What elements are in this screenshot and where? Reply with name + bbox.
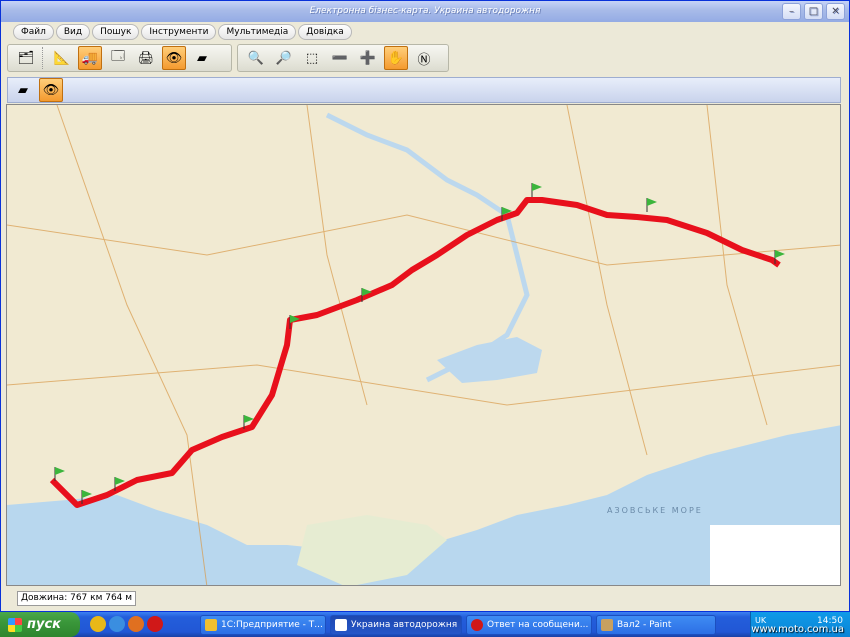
map-view[interactable]: АЗОВСЬКЕ МОРЕ	[6, 104, 841, 586]
windows-logo-icon	[8, 617, 22, 632]
printer-icon[interactable]: 🖨	[134, 46, 158, 70]
map-app-icon	[335, 619, 347, 631]
zoom-out-icon[interactable]: 🔍	[244, 46, 268, 70]
zoom-max-icon[interactable]: ➕	[356, 46, 380, 70]
opera-icon[interactable]	[147, 616, 163, 632]
task-label: Вал2 - Paint	[617, 620, 672, 630]
task-label: Ответ на сообщени...	[487, 620, 589, 630]
main-toolbar: 🗂 📐 🚚 🗔 🖨 👁 ▰	[7, 44, 232, 72]
task-label: 1С:Предприятие - Т...	[221, 620, 323, 630]
map-canvas[interactable]: АЗОВСЬКЕ МОРЕ	[7, 105, 841, 586]
task-label: Украина автодорожня	[351, 620, 458, 630]
zoom-min-icon[interactable]: ➖	[328, 46, 352, 70]
sea-label: АЗОВСЬКЕ МОРЕ	[607, 506, 703, 515]
opera-icon	[471, 619, 483, 631]
task-opera[interactable]: Ответ на сообщени...	[466, 615, 592, 635]
menu-search[interactable]: Пошук	[92, 24, 140, 40]
menu-file[interactable]: Файл	[13, 24, 54, 40]
eraser-icon[interactable]: ▰	[11, 78, 35, 102]
chrome-icon[interactable]	[109, 616, 125, 632]
route-icon[interactable]: 🚚	[78, 46, 102, 70]
task-map[interactable]: Украина автодорожня	[330, 615, 462, 635]
menu-tools[interactable]: Інструменти	[141, 24, 217, 40]
menu-multimedia[interactable]: Мультимедіа	[218, 24, 297, 40]
firefox-icon[interactable]	[128, 616, 144, 632]
watermark: www.moto.com.ua	[751, 624, 844, 635]
app-window: Електронна бізнес-карта. Украина автодор…	[0, 0, 850, 612]
zoom-box-icon[interactable]: ⬚	[300, 46, 324, 70]
maximize-button[interactable]: □	[804, 3, 823, 20]
1c-icon	[205, 619, 217, 631]
status-bar: Довжина: 767 км 764 м	[3, 589, 849, 609]
task-1c[interactable]: 1С:Предприятие - Т...	[200, 615, 326, 635]
secondary-toolbar: ▰ 👁	[7, 77, 841, 103]
paint-icon	[601, 619, 613, 631]
zoom-in-icon[interactable]: 🔎	[272, 46, 296, 70]
quicklaunch-icon-1[interactable]	[90, 616, 106, 632]
eye-icon[interactable]: 👁	[162, 46, 186, 70]
start-button[interactable]: пуск	[0, 612, 80, 637]
ruler-icon[interactable]: 📐	[50, 46, 74, 70]
eraser-icon[interactable]: ▰	[190, 46, 214, 70]
window-icon[interactable]: 🗔	[106, 46, 130, 70]
window-title: Електронна бізнес-карта. Украина автодор…	[309, 6, 541, 16]
menu-bar: Файл Вид Пошук Інструменти Мультимедіа Д…	[13, 24, 352, 40]
eye-icon[interactable]: 👁	[39, 78, 63, 102]
task-paint[interactable]: Вал2 - Paint	[596, 615, 716, 635]
taskbar: пуск 1С:Предприятие - Т... Украина автод…	[0, 612, 850, 637]
menu-help[interactable]: Довідка	[298, 24, 352, 40]
title-bar: Електронна бізнес-карта. Украина автодор…	[1, 1, 849, 22]
route-distance: Довжина: 767 км 764 м	[17, 591, 137, 606]
layers-tree-icon[interactable]: 🗂	[14, 46, 38, 70]
menu-view[interactable]: Вид	[55, 24, 91, 40]
zoom-toolbar: 🔍 🔎 ⬚ ➖ ➕ ✋ Ⓝ	[237, 44, 449, 72]
close-button[interactable]: ✕	[826, 3, 845, 20]
start-label: пуск	[27, 617, 61, 632]
minimize-button[interactable]: –	[782, 3, 801, 20]
north-icon[interactable]: Ⓝ	[412, 46, 436, 70]
pan-hand-icon[interactable]: ✋	[384, 46, 408, 70]
